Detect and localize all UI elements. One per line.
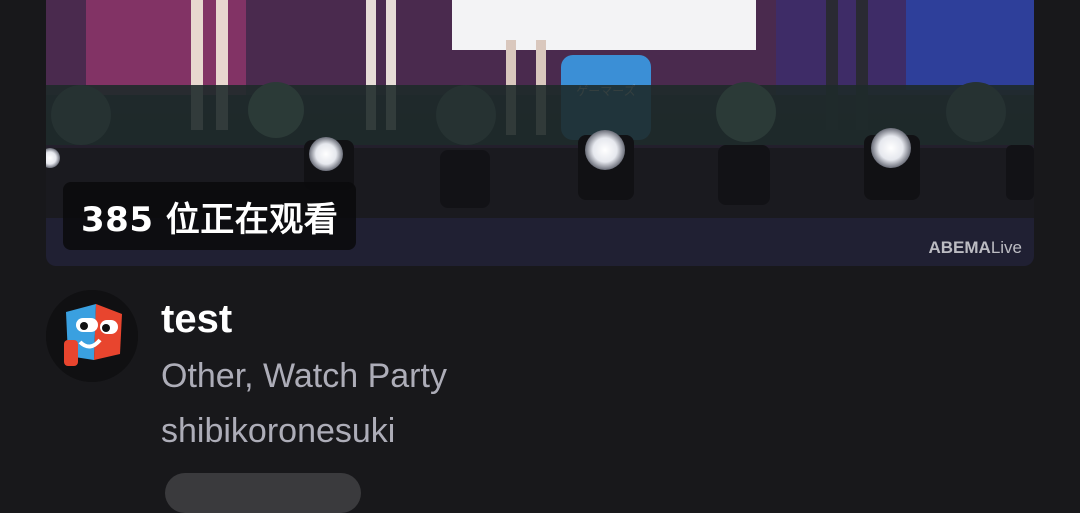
channel-name[interactable]: shibikoronesuki [161, 402, 447, 460]
watermark-live: Live [990, 238, 1022, 257]
stream-info: test Other, Watch Party shibikoronesuki [161, 290, 447, 460]
viewer-count-badge: 385 位正在观看 [63, 182, 357, 250]
stream-thumbnail[interactable]: ゲーマーズ 385 位正在观看 [46, 0, 1034, 266]
tag-pill[interactable] [165, 473, 361, 513]
abema-live-watermark: ABEMALive [928, 238, 1022, 258]
stream-title[interactable]: test [161, 290, 447, 348]
avatar-image [46, 290, 138, 382]
watermark-brand: ABEMA [928, 238, 991, 257]
stream-category[interactable]: Other, Watch Party [161, 350, 447, 402]
channel-avatar[interactable] [46, 290, 138, 382]
